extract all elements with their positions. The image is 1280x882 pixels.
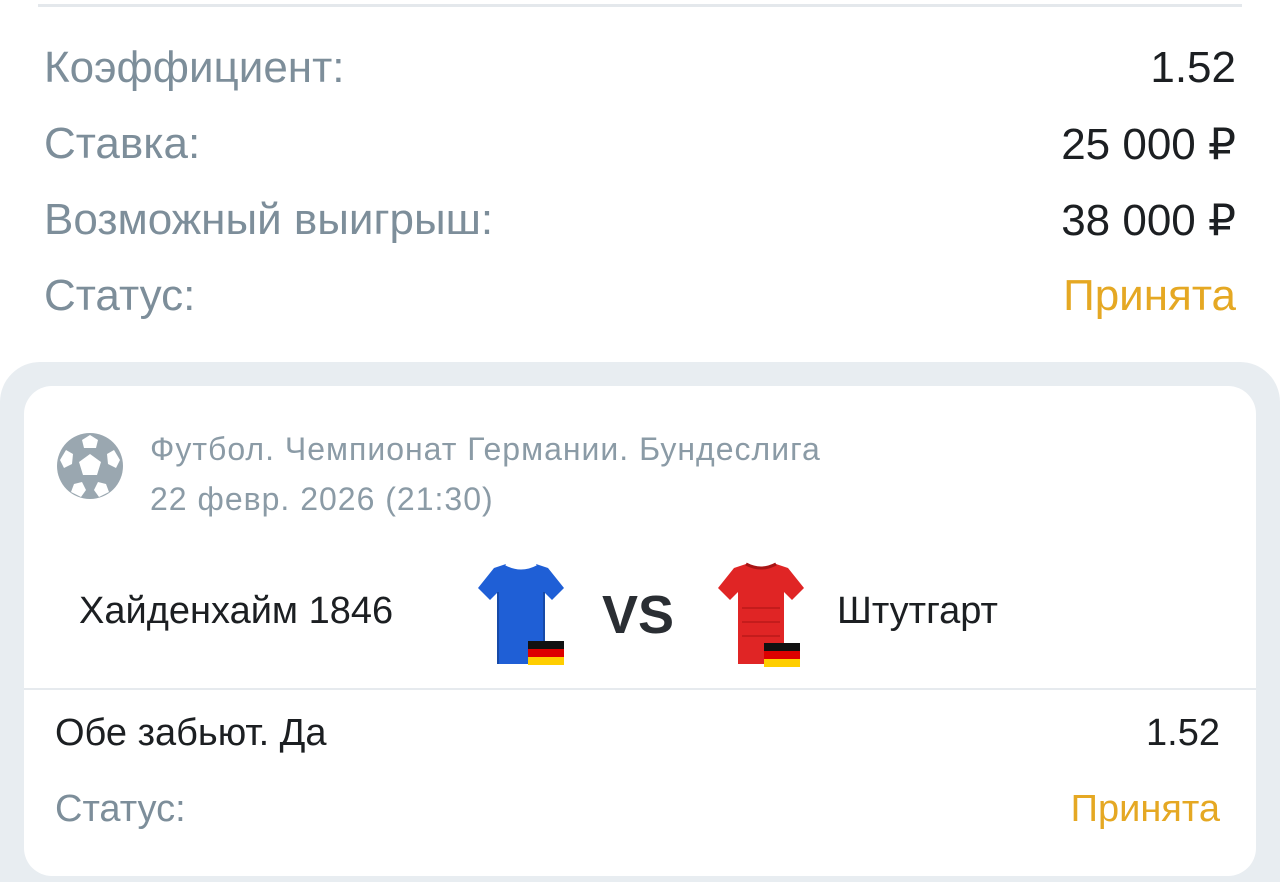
card-divider — [24, 688, 1256, 690]
versus-label: VS — [602, 585, 675, 645]
payout-row: Возможный выигрыш: 38 000 ₽ — [44, 182, 1236, 258]
league-name: Футбол. Чемпионат Германии. Бундеслига — [150, 431, 821, 467]
soccer-ball-icon — [57, 433, 123, 499]
payout-label: Возможный выигрыш: — [44, 195, 494, 244]
selection-market: Обе забьют. Да — [55, 712, 327, 754]
selection-odds: 1.52 — [1146, 712, 1220, 754]
payout-value: 38 000 ₽ — [1061, 195, 1236, 245]
event-datetime: 22 февр. 2026 (21:30) — [150, 481, 494, 517]
selection-status-row: Статус: Принята — [55, 784, 1220, 834]
stake-value: 25 000 ₽ — [1061, 119, 1236, 169]
stake-label: Ставка: — [44, 119, 201, 168]
germany-flag-icon — [528, 641, 564, 665]
home-team-name: Хайденхайм 1846 — [79, 590, 394, 632]
coefficient-label: Коэффициент: — [44, 43, 345, 92]
event-card[interactable]: Футбол. Чемпионат Германии. Бундеслига 2… — [24, 386, 1256, 876]
away-team-name: Штутгарт — [837, 590, 998, 632]
coefficient-row: Коэффициент: 1.52 — [44, 30, 1236, 106]
selection-status-badge: Принята — [1070, 788, 1220, 830]
selection-status-label: Статус: — [55, 788, 186, 830]
coefficient-value: 1.52 — [1150, 43, 1236, 92]
stake-row: Ставка: 25 000 ₽ — [44, 106, 1236, 182]
status-badge: Принята — [1063, 271, 1236, 320]
bet-summary: Коэффициент: 1.52 Ставка: 25 000 ₽ Возмо… — [44, 30, 1236, 334]
germany-flag-icon — [764, 643, 800, 667]
status-row: Статус: Принята — [44, 258, 1236, 334]
status-label: Статус: — [44, 271, 196, 320]
event-header: Футбол. Чемпионат Германии. Бундеслига 2… — [150, 424, 821, 524]
selection-row: Обе забьют. Да 1.52 — [55, 708, 1220, 758]
top-divider — [38, 4, 1242, 7]
